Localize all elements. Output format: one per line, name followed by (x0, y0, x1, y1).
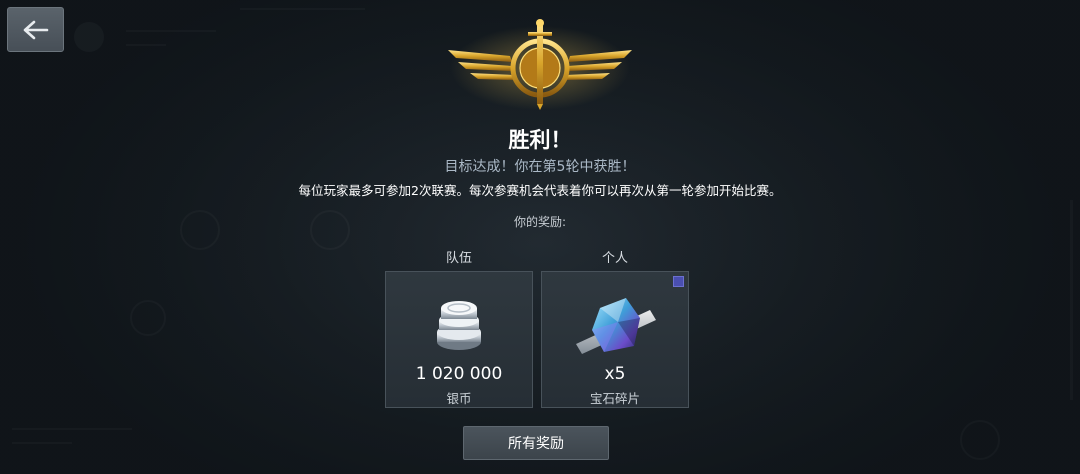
winged-sword-emblem-icon (440, 18, 640, 110)
rewards-label: 你的奖励: (513, 215, 567, 229)
gem-fragment-icon (542, 288, 688, 360)
rarity-badge (673, 276, 684, 287)
team-reward-amount: 1 020 000 (415, 364, 503, 384)
personal-reward-amount: x5 (604, 364, 626, 384)
arrow-left-icon (23, 20, 49, 40)
silver-coins-icon (386, 288, 532, 360)
personal-column-label: 个人 (601, 251, 628, 266)
team-reward-card[interactable]: 1 020 000 银币 (385, 271, 533, 408)
team-column-label: 队伍 (445, 251, 472, 266)
personal-reward-name: 宝石碎片 (589, 391, 640, 406)
league-info-text: 每位玩家最多可参加2次联赛。每次参赛机会代表着你可以再次从第一轮参加开始比赛。 (298, 183, 782, 198)
victory-subtitle: 目标达成！你在第5轮中获胜！ (444, 159, 636, 175)
team-reward-name: 银币 (446, 391, 472, 406)
all-rewards-button[interactable]: 所有奖励 (463, 426, 609, 460)
personal-reward-card[interactable]: x5 宝石碎片 (541, 271, 689, 408)
back-button[interactable] (7, 7, 64, 52)
victory-title: 胜利！ (508, 128, 572, 152)
victory-screen: 胜利！ 目标达成！你在第5轮中获胜！ 每位玩家最多可参加2次联赛。每次参赛机会代… (0, 0, 1080, 474)
